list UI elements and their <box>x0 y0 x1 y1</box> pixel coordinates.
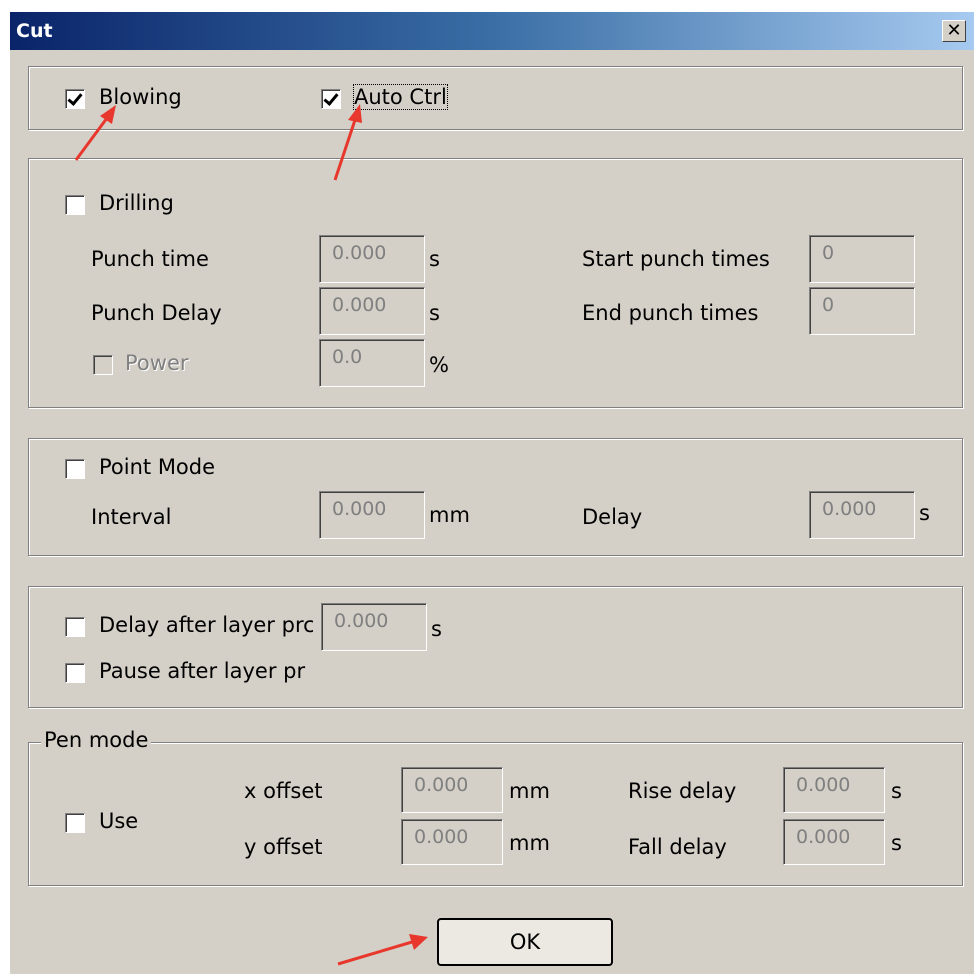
end-punch-times-input[interactable]: 0 <box>809 287 915 335</box>
delay-after-layer-label[interactable]: Delay after layer prc <box>99 613 313 637</box>
x-offset-input[interactable]: 0.000 <box>401 767 503 813</box>
power-checkbox[interactable] <box>93 355 113 375</box>
cut-dialog: Cut ✕ Blowing Auto Ctrl Drilling Punch t… <box>10 12 974 974</box>
punch-delay-input[interactable]: 0.000 <box>319 287 425 335</box>
rise-delay-unit: s <box>891 779 902 803</box>
interval-label: Interval <box>91 505 172 529</box>
y-offset-label: y offset <box>244 835 323 859</box>
rise-delay-label: Rise delay <box>628 779 737 803</box>
start-punch-times-input[interactable]: 0 <box>809 235 915 283</box>
power-input[interactable]: 0.0 <box>319 339 425 387</box>
x-offset-unit: mm <box>509 779 550 803</box>
pen-use-checkbox[interactable] <box>65 813 85 833</box>
blowing-group: Blowing Auto Ctrl <box>28 66 963 130</box>
pen-mode-group: Pen mode Use x offset 0.000 mm y offset … <box>28 728 963 886</box>
point-delay-input[interactable]: 0.000 <box>809 491 915 539</box>
punch-time-input[interactable]: 0.000 <box>319 235 425 283</box>
interval-input[interactable]: 0.000 <box>319 491 425 539</box>
point-delay-label: Delay <box>582 505 643 529</box>
point-delay-unit: s <box>919 501 930 525</box>
close-icon: ✕ <box>946 20 962 41</box>
punch-time-label: Punch time <box>91 247 209 271</box>
x-offset-label: x offset <box>244 779 323 803</box>
drilling-checkbox[interactable] <box>65 195 85 215</box>
fall-delay-input[interactable]: 0.000 <box>783 819 885 865</box>
end-punch-times-label: End punch times <box>582 301 759 325</box>
pen-mode-title: Pen mode <box>41 728 152 752</box>
blowing-checkbox[interactable] <box>65 89 85 109</box>
close-button[interactable]: ✕ <box>942 20 966 42</box>
drilling-group: Drilling Punch time 0.000 s Punch Delay … <box>28 158 963 408</box>
power-label: Power <box>125 351 189 375</box>
auto-ctrl-label[interactable]: Auto Ctrl <box>353 84 448 110</box>
point-mode-label[interactable]: Point Mode <box>99 455 215 479</box>
title-bar[interactable]: Cut ✕ <box>10 12 974 50</box>
interval-unit: mm <box>429 503 470 527</box>
punch-time-unit: s <box>429 247 440 271</box>
ok-button[interactable]: OK <box>437 918 613 966</box>
delay-after-layer-checkbox[interactable] <box>65 617 85 637</box>
point-mode-group: Point Mode Interval 0.000 mm Delay 0.000… <box>28 438 963 556</box>
delay-after-layer-input[interactable]: 0.000 <box>321 603 427 651</box>
point-mode-checkbox[interactable] <box>65 459 85 479</box>
power-unit: % <box>429 353 449 377</box>
pen-use-label[interactable]: Use <box>99 809 138 833</box>
window-title: Cut <box>16 20 53 42</box>
rise-delay-input[interactable]: 0.000 <box>783 767 885 813</box>
pause-after-layer-label[interactable]: Pause after layer pr <box>99 659 313 683</box>
blowing-label[interactable]: Blowing <box>99 85 182 109</box>
fall-delay-unit: s <box>891 831 902 855</box>
layer-group: Delay after layer prc 0.000 s Pause afte… <box>28 586 963 708</box>
start-punch-times-label: Start punch times <box>582 247 770 271</box>
fall-delay-label: Fall delay <box>628 835 727 859</box>
drilling-label[interactable]: Drilling <box>99 191 174 215</box>
pause-after-layer-checkbox[interactable] <box>65 663 85 683</box>
punch-delay-label: Punch Delay <box>91 301 222 325</box>
y-offset-unit: mm <box>509 831 550 855</box>
auto-ctrl-checkbox[interactable] <box>321 89 341 109</box>
delay-after-layer-unit: s <box>431 617 442 641</box>
punch-delay-unit: s <box>429 301 440 325</box>
y-offset-input[interactable]: 0.000 <box>401 819 503 865</box>
